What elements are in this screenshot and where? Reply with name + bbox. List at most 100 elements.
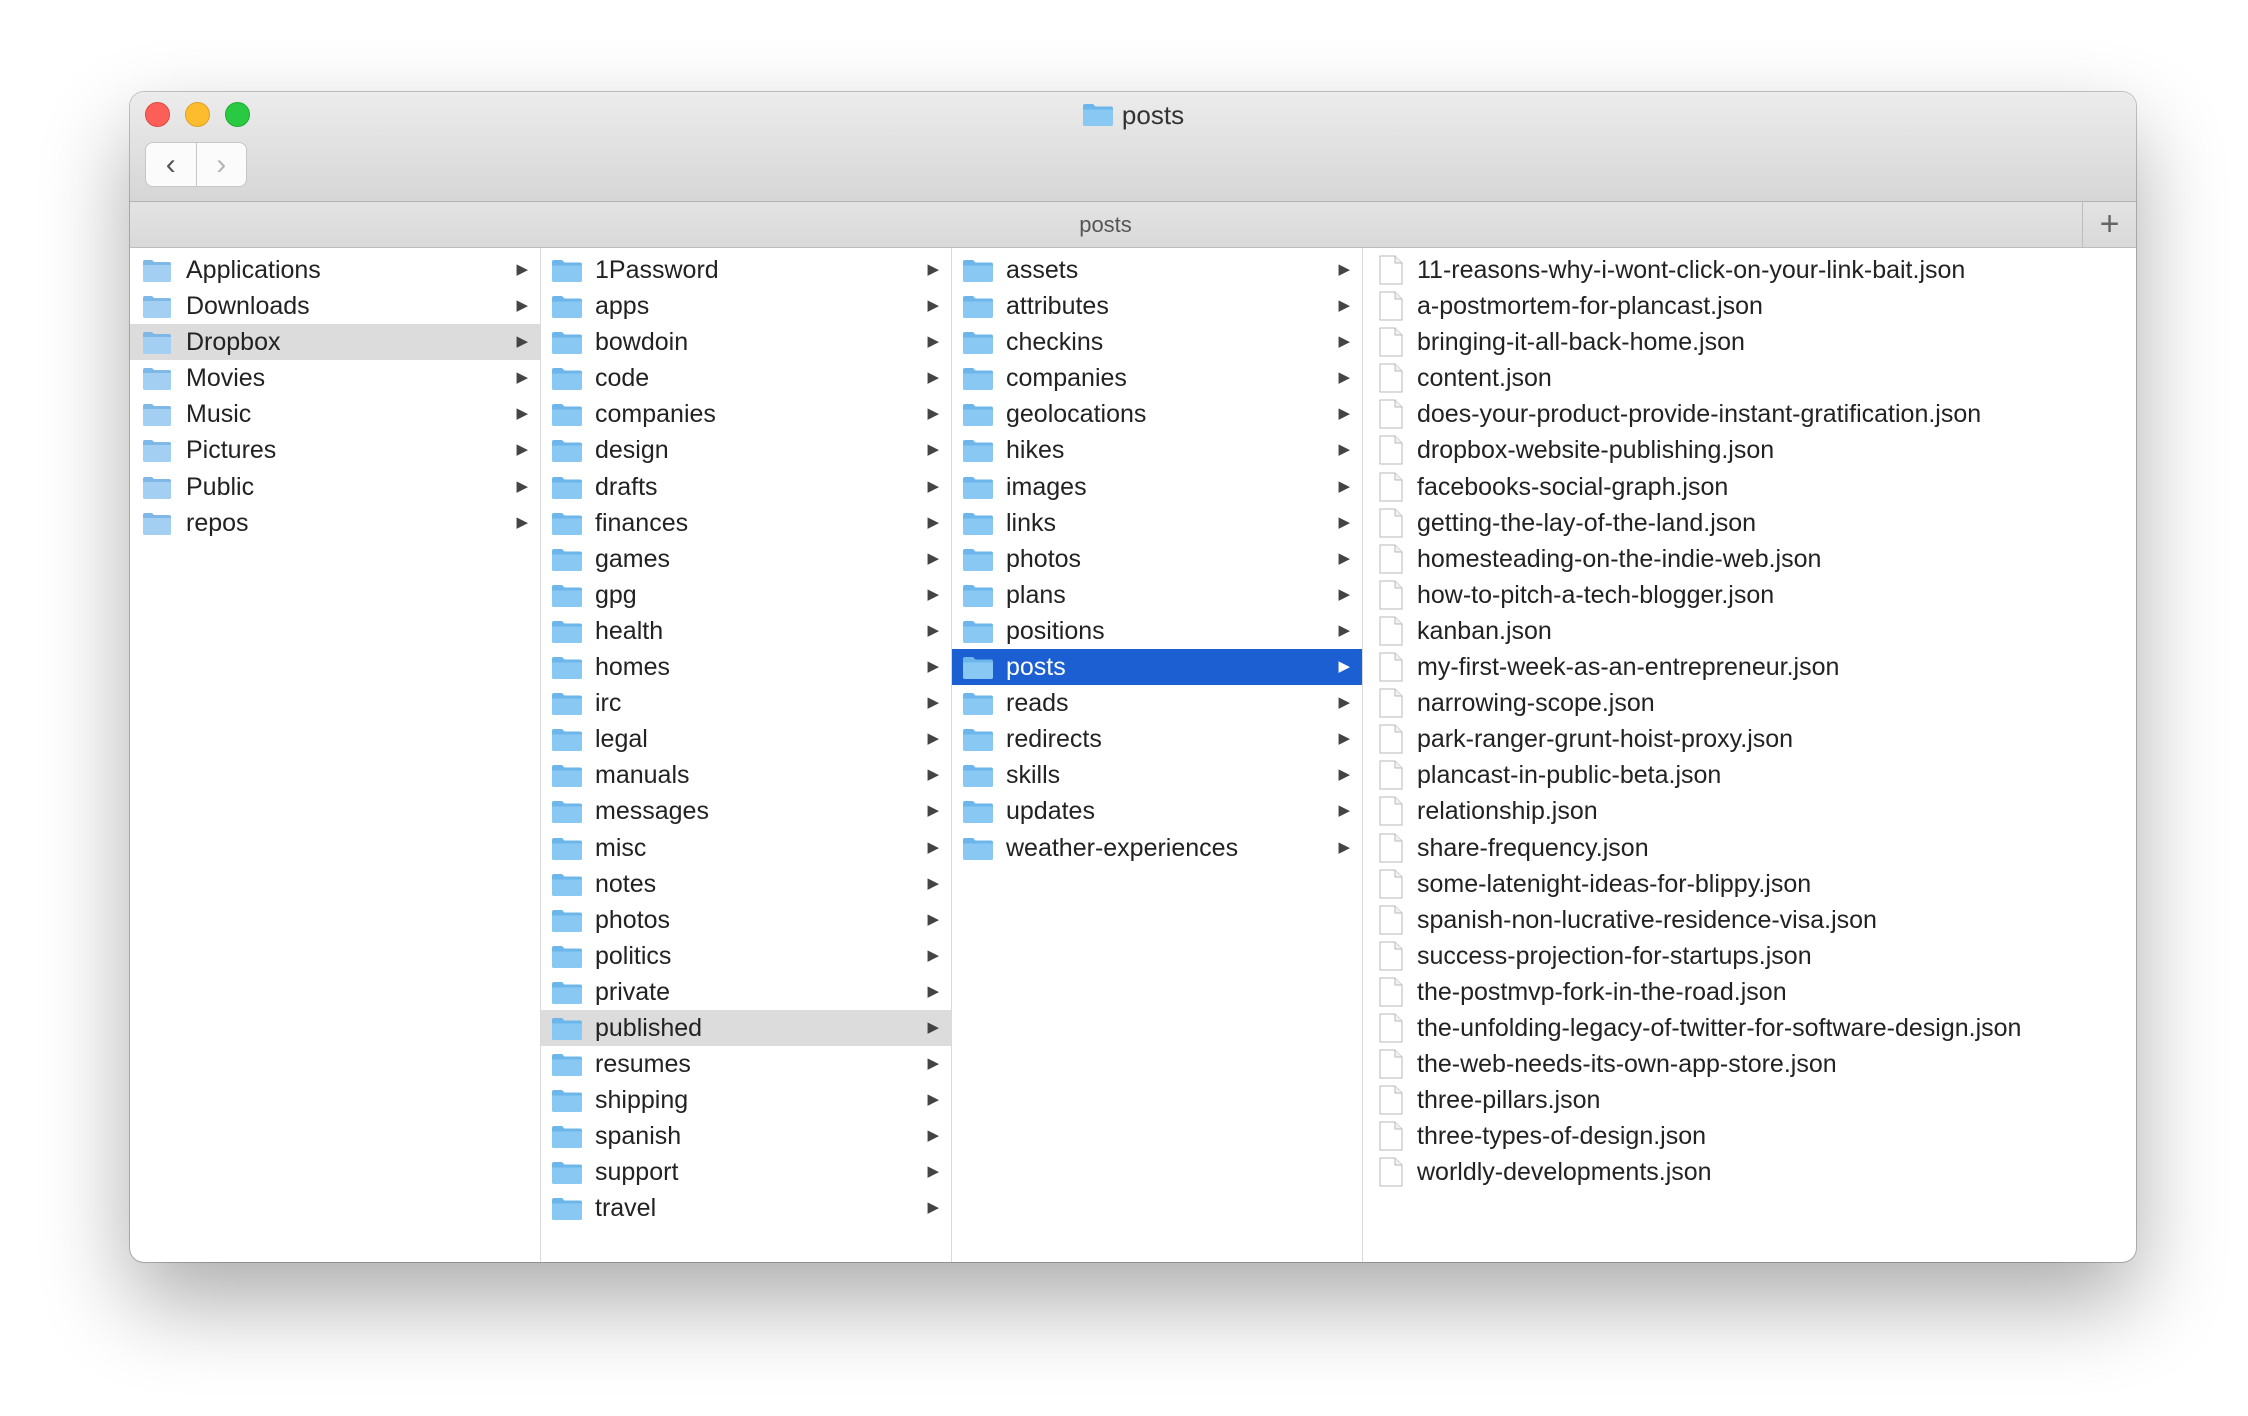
file-item[interactable]: relationship.json — [1363, 793, 2136, 829]
file-item[interactable]: three-types-of-design.json — [1363, 1118, 2136, 1154]
folder-item[interactable]: attributes ▶ — [952, 288, 1362, 324]
file-item[interactable]: 11-reasons-why-i-wont-click-on-your-link… — [1363, 252, 2136, 288]
folder-item[interactable]: posts ▶ — [952, 649, 1362, 686]
document-icon — [1379, 905, 1403, 935]
title-bar[interactable]: posts ‹ › — [130, 92, 2136, 202]
column-1[interactable]: Applications ▶ Downloads ▶ Dropbox ▶ Movies ▶ Mu… — [130, 248, 541, 1262]
file-item[interactable]: the-postmvp-fork-in-the-road.json — [1363, 974, 2136, 1010]
folder-item[interactable]: assets ▶ — [952, 252, 1362, 288]
folder-item[interactable]: games ▶ — [541, 541, 951, 577]
file-item[interactable]: the-unfolding-legacy-of-twitter-for-soft… — [1363, 1010, 2136, 1046]
folder-name: bowdoin — [595, 328, 689, 357]
file-item[interactable]: my-first-week-as-an-entrepreneur.json — [1363, 649, 2136, 685]
folder-item[interactable]: shipping ▶ — [541, 1082, 951, 1118]
folder-item[interactable]: apps ▶ — [541, 288, 951, 324]
file-item[interactable]: spanish-non-lucrative-residence-visa.jso… — [1363, 902, 2136, 938]
folder-item[interactable]: Dropbox ▶ — [130, 324, 540, 361]
file-item[interactable]: how-to-pitch-a-tech-blogger.json — [1363, 577, 2136, 613]
folder-item[interactable]: images ▶ — [952, 469, 1362, 505]
folder-item[interactable]: legal ▶ — [541, 721, 951, 757]
file-item[interactable]: success-projection-for-startups.json — [1363, 938, 2136, 974]
folder-item[interactable]: published ▶ — [541, 1009, 951, 1047]
file-item[interactable]: dropbox-website-publishing.json — [1363, 432, 2136, 468]
forward-button[interactable]: › — [195, 143, 247, 186]
folder-item[interactable]: plans ▶ — [952, 577, 1362, 613]
folder-icon — [552, 729, 582, 752]
file-item[interactable]: bringing-it-all-back-home.json — [1363, 324, 2136, 360]
folder-icon — [963, 693, 993, 716]
file-item[interactable]: does-your-product-provide-instant-gratif… — [1363, 396, 2136, 432]
disclosure-arrow-icon: ▶ — [516, 333, 528, 351]
folder-name: private — [595, 977, 671, 1006]
folder-item[interactable]: support ▶ — [541, 1154, 951, 1190]
folder-item[interactable]: checkins ▶ — [952, 324, 1362, 360]
folder-item[interactable]: misc ▶ — [541, 830, 951, 866]
folder-item[interactable]: bowdoin ▶ — [541, 324, 951, 360]
back-button[interactable]: ‹ — [146, 143, 196, 186]
folder-name: plans — [1006, 580, 1066, 609]
column-4[interactable]: 11-reasons-why-i-wont-click-on-your-link… — [1363, 248, 2136, 1262]
folder-item[interactable]: Pictures ▶ — [130, 432, 540, 468]
folder-item[interactable]: travel ▶ — [541, 1190, 951, 1226]
file-item[interactable]: some-latenight-ideas-for-blippy.json — [1363, 866, 2136, 902]
folder-item[interactable]: hikes ▶ — [952, 432, 1362, 468]
folder-item[interactable]: homes ▶ — [541, 649, 951, 685]
folder-item[interactable]: manuals ▶ — [541, 757, 951, 793]
folder-item[interactable]: Applications ▶ — [130, 252, 540, 288]
folder-item[interactable]: Public ▶ — [130, 469, 540, 505]
folder-icon — [552, 332, 582, 355]
folder-item[interactable]: notes ▶ — [541, 866, 951, 902]
file-item[interactable]: homesteading-on-the-indie-web.json — [1363, 541, 2136, 577]
file-item[interactable]: worldly-developments.json — [1363, 1154, 2136, 1190]
folder-item[interactable]: updates ▶ — [952, 793, 1362, 829]
folder-item[interactable]: Downloads ▶ — [130, 288, 540, 324]
folder-item[interactable]: reads ▶ — [952, 685, 1362, 721]
column-3[interactable]: assets ▶ attributes ▶ checkins ▶ companies ▶ geo… — [952, 248, 1363, 1262]
file-item[interactable]: content.json — [1363, 360, 2136, 396]
folder-item[interactable]: private ▶ — [541, 974, 951, 1010]
file-item[interactable]: kanban.json — [1363, 613, 2136, 649]
tab-posts[interactable]: posts — [130, 202, 2081, 247]
folder-item[interactable]: weather-experiences ▶ — [952, 830, 1362, 866]
folder-icon — [552, 1162, 582, 1185]
folder-name: assets — [1006, 256, 1079, 284]
file-item[interactable]: facebooks-social-graph.json — [1363, 469, 2136, 505]
folder-item[interactable]: skills ▶ — [952, 757, 1362, 793]
folder-icon — [963, 801, 993, 824]
folder-item[interactable]: 1Password ▶ — [541, 252, 951, 288]
file-item[interactable]: a-postmortem-for-plancast.json — [1363, 288, 2136, 324]
folder-item[interactable]: photos ▶ — [541, 902, 951, 938]
folder-item[interactable]: gpg ▶ — [541, 577, 951, 613]
folder-item[interactable]: health ▶ — [541, 613, 951, 649]
file-item[interactable]: share-frequency.json — [1363, 830, 2136, 866]
folder-item[interactable]: spanish ▶ — [541, 1118, 951, 1154]
file-item[interactable]: narrowing-scope.json — [1363, 685, 2136, 721]
folder-item[interactable]: links ▶ — [952, 505, 1362, 541]
file-item[interactable]: getting-the-lay-of-the-land.json — [1363, 505, 2136, 541]
file-name: three-types-of-design.json — [1417, 1122, 1707, 1151]
folder-item[interactable]: resumes ▶ — [541, 1046, 951, 1082]
file-name: content.json — [1417, 364, 1552, 393]
folder-item[interactable]: politics ▶ — [541, 938, 951, 974]
folder-item[interactable]: photos ▶ — [952, 541, 1362, 577]
file-item[interactable]: three-pillars.json — [1363, 1082, 2136, 1118]
folder-item[interactable]: finances ▶ — [541, 505, 951, 541]
folder-item[interactable]: companies ▶ — [541, 396, 951, 432]
folder-item[interactable]: Movies ▶ — [130, 360, 540, 396]
folder-item[interactable]: code ▶ — [541, 360, 951, 396]
folder-item[interactable]: positions ▶ — [952, 613, 1362, 649]
column-2[interactable]: 1Password ▶ apps ▶ bowdoin ▶ code ▶ companies ▶ de… — [541, 248, 952, 1262]
file-item[interactable]: park-ranger-grunt-hoist-proxy.json — [1363, 721, 2136, 757]
new-tab-button[interactable]: + — [2082, 202, 2136, 247]
folder-item[interactable]: Music ▶ — [130, 396, 540, 432]
folder-item[interactable]: repos ▶ — [130, 505, 540, 541]
folder-item[interactable]: companies ▶ — [952, 360, 1362, 396]
folder-item[interactable]: geolocations ▶ — [952, 396, 1362, 432]
folder-item[interactable]: messages ▶ — [541, 793, 951, 829]
file-item[interactable]: plancast-in-public-beta.json — [1363, 757, 2136, 793]
folder-item[interactable]: redirects ▶ — [952, 721, 1362, 757]
file-item[interactable]: the-web-needs-its-own-app-store.json — [1363, 1046, 2136, 1082]
folder-item[interactable]: irc ▶ — [541, 685, 951, 721]
folder-item[interactable]: drafts ▶ — [541, 469, 951, 505]
folder-item[interactable]: design ▶ — [541, 432, 951, 468]
